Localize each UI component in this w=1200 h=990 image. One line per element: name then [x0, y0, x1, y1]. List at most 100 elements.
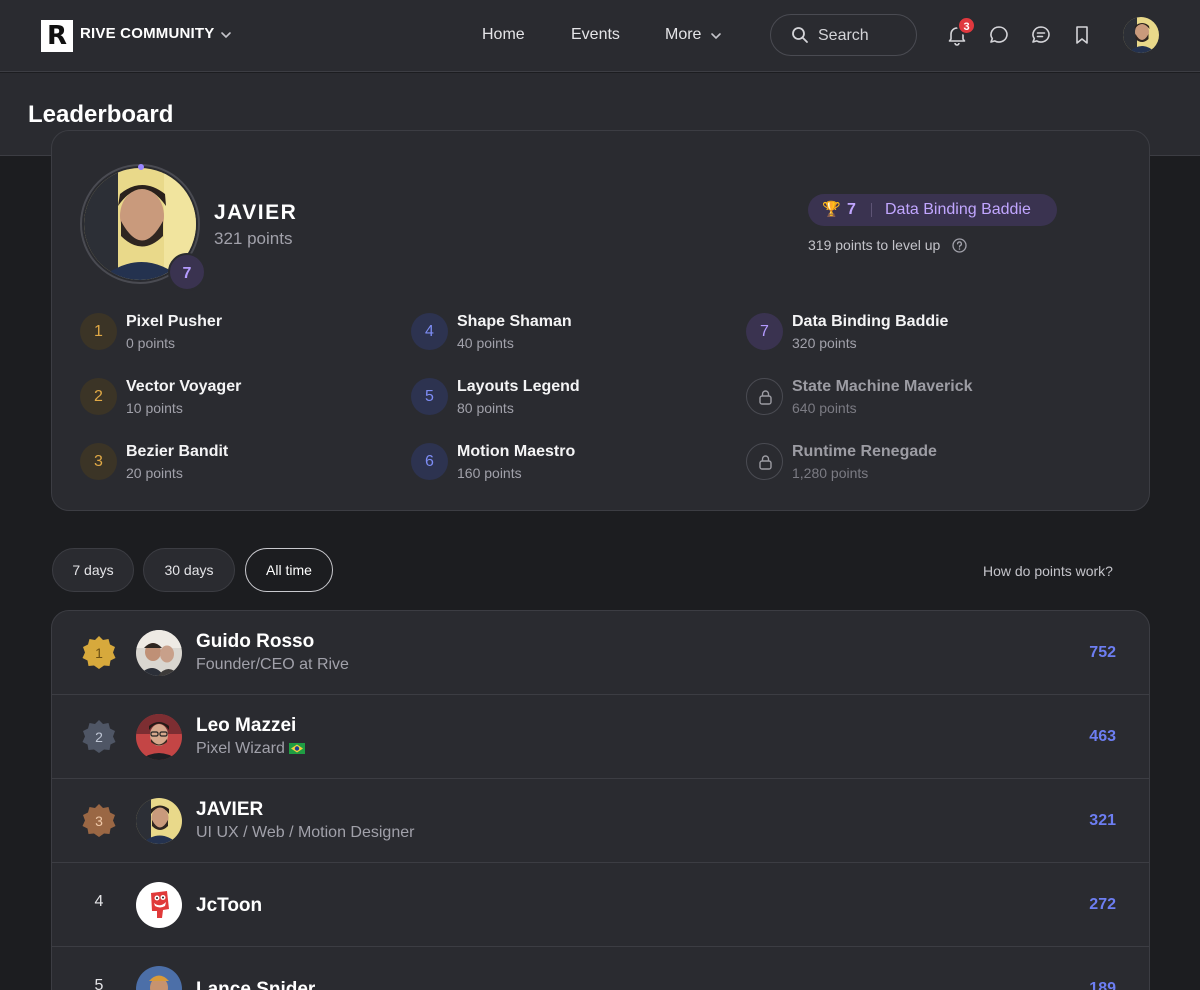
level-item-locked: Runtime Renegade 1,280 points [746, 443, 1066, 483]
level-lock-badge [746, 443, 783, 480]
help-circle-icon[interactable] [952, 238, 967, 253]
user-score: 752 [1089, 644, 1116, 661]
leaderboard-row[interactable]: 4 JcToon 272 [52, 863, 1149, 947]
user-avatar[interactable] [136, 798, 182, 844]
level-lock-badge [746, 378, 783, 415]
level-number-badge: 7 [746, 313, 783, 350]
brand-name[interactable]: RIVE COMMUNITY [80, 25, 214, 42]
level-item: 6 Motion Maestro 160 points [411, 443, 731, 483]
messages-icon[interactable] [1030, 24, 1052, 46]
rank-number: 4 [94, 893, 104, 910]
level-item: 3 Bezier Bandit 20 points [80, 443, 400, 483]
level-name: Pixel Pusher [126, 313, 223, 330]
level-name: Shape Shaman [457, 313, 572, 330]
level-points: 320 points [792, 335, 857, 351]
level-points: 1,280 points [792, 465, 869, 481]
level-item: 1 Pixel Pusher 0 points [80, 313, 400, 353]
rive-logo-icon[interactable]: R [41, 20, 73, 52]
leaderboard-row[interactable]: 2 Leo Mazzei Pixel Wizard 463 [52, 695, 1149, 779]
level-name: Vector Voyager [126, 378, 242, 395]
level-number-badge: 1 [80, 313, 117, 350]
user-avatar[interactable] [136, 966, 182, 990]
user-name: Leo Mazzei [196, 715, 297, 736]
gold-medal-icon: 1 [80, 634, 118, 672]
search-button[interactable]: Search [770, 14, 917, 56]
how-points-work-link[interactable]: How do points work? [983, 563, 1113, 579]
level-number-badge: 5 [411, 378, 448, 415]
brazil-flag-icon [288, 743, 305, 755]
level-points: 640 points [792, 400, 857, 416]
user-name: JcToon [196, 895, 263, 916]
level-points: 40 points [457, 335, 514, 351]
user-tagline: Pixel Wizard [196, 740, 285, 757]
leaderboard-row[interactable]: 3 JAVIER UI UX / Web / Motion Designer 3… [52, 779, 1149, 863]
level-name: Motion Maestro [457, 443, 576, 460]
user-name: Lance Snider [196, 979, 316, 990]
level-points: 10 points [126, 400, 183, 416]
profile-name: JAVIER [214, 201, 298, 224]
user-tagline: Founder/CEO at Rive [196, 656, 349, 673]
level-progress-marker [138, 164, 144, 170]
level-name: Data Binding Baddie [792, 313, 949, 330]
lock-icon [759, 455, 772, 470]
chevron-down-icon[interactable] [219, 28, 233, 42]
top-navigation-bar: R RIVE COMMUNITY Home Events More Search… [0, 0, 1200, 72]
user-name: JAVIER [196, 799, 264, 820]
page-title: Leaderboard [28, 101, 174, 128]
user-score: 189 [1089, 980, 1116, 990]
current-level-name: Data Binding Baddie [885, 201, 1031, 218]
level-name: Layouts Legend [457, 378, 580, 395]
pill-divider [871, 203, 872, 217]
level-name: Runtime Renegade [792, 443, 937, 460]
level-up-text: 319 points to level up [808, 237, 941, 253]
level-name: Bezier Bandit [126, 443, 229, 460]
user-score: 272 [1089, 896, 1116, 913]
profile-points: 321 points [214, 229, 293, 248]
level-item: 2 Vector Voyager 10 points [80, 378, 400, 418]
nav-home-link[interactable]: Home [482, 26, 525, 44]
trophy-icon: 🏆 [822, 201, 841, 218]
filter-all-time-button[interactable]: All time [245, 548, 333, 592]
bookmark-icon[interactable] [1071, 24, 1093, 46]
leaderboard-row[interactable]: 5 Lance Snider 189 [52, 947, 1149, 990]
user-tagline-wrapper: Pixel Wizard [196, 740, 305, 758]
user-avatar[interactable] [1123, 17, 1159, 53]
level-number-badge: 3 [80, 443, 117, 480]
nav-events-link[interactable]: Events [571, 26, 620, 44]
level-points: 80 points [457, 400, 514, 416]
filter-7-days-button[interactable]: 7 days [52, 548, 134, 592]
lock-icon [759, 390, 772, 405]
level-number-badge: 2 [80, 378, 117, 415]
bronze-medal-icon: 3 [80, 802, 118, 840]
level-name: State Machine Maverick [792, 378, 973, 395]
user-tagline: UI UX / Web / Motion Designer [196, 824, 415, 841]
level-number-badge: 6 [411, 443, 448, 480]
silver-medal-icon: 2 [80, 718, 118, 756]
leaderboard-row[interactable]: 1 Guido Rosso Founder/CEO at Rive 752 [52, 611, 1149, 695]
level-points: 0 points [126, 335, 176, 351]
chat-bubble-icon[interactable] [988, 24, 1010, 46]
nav-more-link[interactable]: More [665, 26, 701, 44]
profile-summary-card: 7 JAVIER 321 points 🏆 7 Data Binding Bad… [51, 130, 1150, 511]
avatar-level-badge: 7 [168, 253, 206, 291]
chevron-down-icon[interactable] [709, 29, 723, 43]
rank-number: 1 [95, 645, 103, 661]
notification-count-badge: 3 [957, 16, 976, 35]
level-number-badge: 4 [411, 313, 448, 350]
current-level-pill: 🏆 7 Data Binding Baddie [808, 194, 1057, 226]
level-item-locked: State Machine Maverick 640 points [746, 378, 1066, 418]
current-level-number: 7 [847, 201, 856, 218]
user-score: 463 [1089, 728, 1116, 745]
level-points: 160 points [457, 465, 522, 481]
rank-number: 5 [94, 977, 104, 990]
rank-number: 3 [95, 813, 103, 829]
level-item: 5 Layouts Legend 80 points [411, 378, 731, 418]
user-avatar[interactable] [136, 714, 182, 760]
search-icon [792, 27, 808, 43]
filter-30-days-button[interactable]: 30 days [143, 548, 235, 592]
level-item: 7 Data Binding Baddie 320 points [746, 313, 1066, 353]
user-avatar[interactable] [136, 882, 182, 928]
level-item: 4 Shape Shaman 40 points [411, 313, 731, 353]
level-points: 20 points [126, 465, 183, 481]
user-avatar[interactable] [136, 630, 182, 676]
